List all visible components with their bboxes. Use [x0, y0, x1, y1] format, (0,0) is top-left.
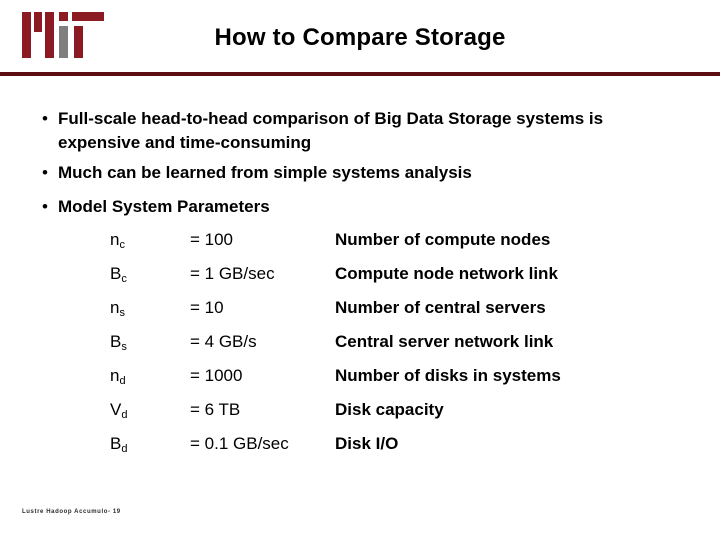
table-row: Bd = 0.1 GB/sec Disk I/O: [110, 431, 670, 465]
header-divider: [0, 72, 720, 76]
param-symbol: nd: [110, 366, 126, 387]
slide-body: • Full-scale head-to-head comparison of …: [0, 77, 720, 497]
slide-header: How to Compare Storage: [0, 0, 720, 77]
bullet-text: Model System Parameters: [58, 197, 270, 216]
param-value: = 1000: [190, 366, 243, 385]
param-symbol: Vd: [110, 400, 128, 421]
param-description: Disk capacity: [335, 400, 444, 419]
bullet-text: Full-scale head-to-head comparison of Bi…: [58, 109, 604, 152]
mit-logo-bar-t-top: [72, 12, 104, 21]
param-description: Compute node network link: [335, 264, 558, 283]
table-row: Bs = 4 GB/s Central server network link: [110, 329, 670, 363]
bullet-dot-icon: •: [42, 197, 48, 216]
table-row: Bc = 1 GB/sec Compute node network link: [110, 261, 670, 295]
param-symbol: nc: [110, 230, 125, 251]
param-value: = 4 GB/s: [190, 332, 257, 351]
param-value: = 1 GB/sec: [190, 264, 275, 283]
param-symbol: Bd: [110, 434, 128, 455]
bullet-item: • Much can be learned from simple system…: [42, 161, 622, 185]
bullet-dot-icon: •: [42, 109, 48, 128]
param-symbol: ns: [110, 298, 125, 319]
table-row: ns = 10 Number of central servers: [110, 295, 670, 329]
param-description: Number of disks in systems: [335, 366, 561, 385]
param-description: Central server network link: [335, 332, 554, 351]
mit-logo-bar-i-cap: [59, 12, 68, 21]
param-description: Number of central servers: [335, 298, 546, 317]
param-value: = 0.1 GB/sec: [190, 434, 289, 453]
param-value: = 100: [190, 230, 234, 249]
bullet-dot-icon: •: [42, 163, 48, 182]
slide-footer: Lustre Hadoop Accumulo- 19: [22, 509, 121, 515]
param-value: = 10: [190, 298, 224, 317]
param-symbol: Bs: [110, 332, 127, 353]
bullet-text: Much can be learned from simple systems …: [58, 163, 472, 182]
bullet-item: • Full-scale head-to-head comparison of …: [42, 107, 622, 155]
param-description: Number of compute nodes: [335, 230, 551, 249]
param-description: Disk I/O: [335, 434, 399, 453]
table-row: nc = 100 Number of compute nodes: [110, 227, 670, 261]
bullet-item: • Model System Parameters: [42, 195, 622, 219]
table-row: nd = 1000 Number of disks in systems: [110, 363, 670, 397]
page-title: How to Compare Storage: [214, 24, 506, 51]
parameter-table: nc = 100 Number of compute nodes Bc = 1 …: [110, 227, 670, 465]
param-symbol: Bc: [110, 264, 127, 285]
table-row: Vd = 6 TB Disk capacity: [110, 397, 670, 431]
param-value: = 6 TB: [190, 400, 241, 419]
